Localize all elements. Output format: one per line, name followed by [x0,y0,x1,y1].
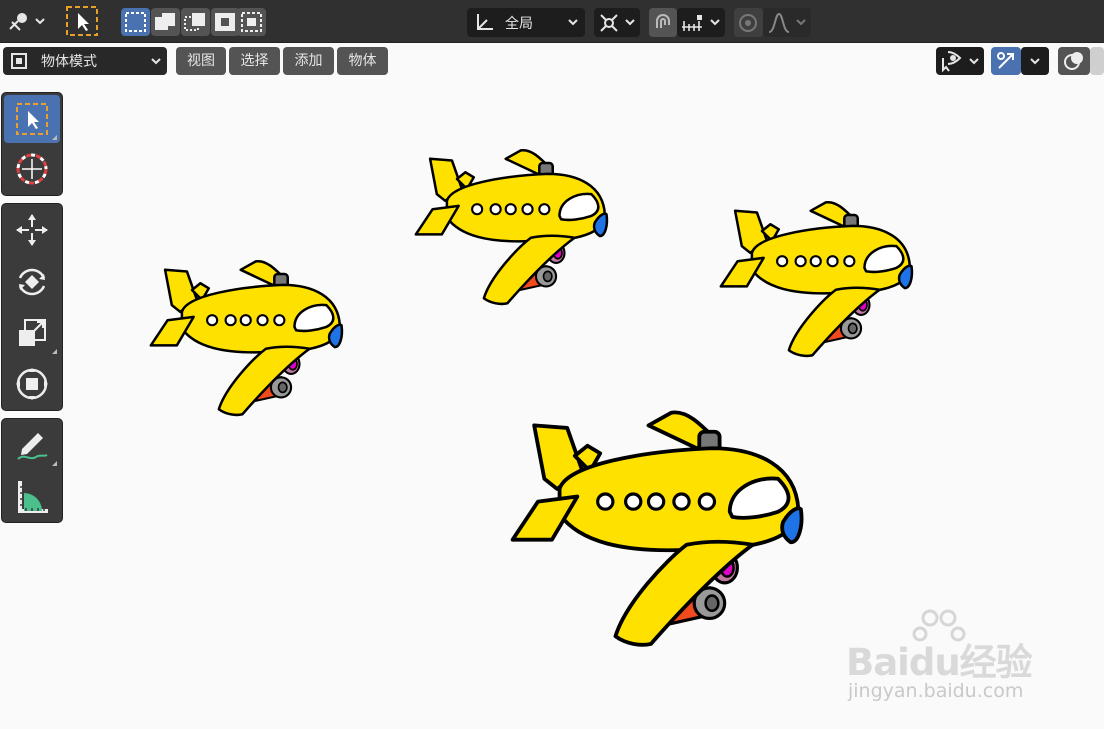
menu-object[interactable]: 物体 [337,47,388,75]
3d-cursor-icon [16,153,48,185]
orientation-axes-icon [477,14,493,30]
proportional-falloff-select[interactable] [763,8,811,37]
airplane-left [149,259,344,417]
select-mode-subtract[interactable] [181,8,210,36]
select-subtract-icon [184,13,205,31]
eye-cursor-icon [942,51,962,72]
overlays-options-select[interactable] [1090,47,1104,75]
snap-target-select[interactable] [677,8,725,37]
measure-ruler-icon [18,481,48,513]
pivot-point-icon [600,14,618,32]
visibility-selectability-select[interactable] [936,47,984,75]
transform-orientation-label: 全局 [505,16,533,32]
select-box-icon [16,103,48,135]
tweak-tool-button[interactable] [64,5,100,37]
select-extend-icon [155,13,175,30]
cursor-select-icon [66,6,98,36]
select-difference-icon [215,13,235,31]
proportional-edit-icon [739,14,757,32]
transform-orientation-select[interactable]: 全局 [467,8,585,37]
chevron-down-icon [710,19,720,26]
gizmo-icon [997,52,1014,69]
rotate-icon [18,268,46,296]
tool-scale[interactable] [4,309,60,357]
annotate-pencil-icon [17,433,48,460]
watermark-url: jingyan.baidu.com [848,680,1024,702]
select-new-icon [125,12,146,32]
paw-icon [912,609,966,642]
tool-move[interactable] [4,206,60,254]
tool-measure[interactable] [4,472,60,520]
snap-toggle[interactable] [649,8,677,37]
editor-type-button[interactable] [4,7,48,35]
tool-options-indicator [52,461,57,466]
falloff-curve-icon [768,12,790,33]
proportional-editing-toggle[interactable] [734,8,763,37]
magnet-icon [656,14,670,28]
toolbar-transform-group [1,203,63,411]
select-mode-new[interactable] [121,8,150,36]
overlays-icon [1064,52,1083,70]
menu-select[interactable]: 选择 [229,47,280,75]
chevron-down-icon [796,19,806,26]
tool-select-box[interactable] [4,95,60,143]
interaction-mode-select[interactable]: 物体模式 [3,47,167,75]
pivot-point-select[interactable] [594,8,640,37]
transform-icon [16,368,48,400]
gizmo-options-select[interactable] [1021,47,1049,75]
tool-transform[interactable] [4,360,60,408]
tool-options-indicator [52,349,57,354]
snap-increment-icon [682,15,702,31]
select-mode-difference[interactable] [211,8,240,36]
tool-cursor[interactable] [4,145,60,193]
menu-view[interactable]: 视图 [176,47,226,75]
airplane-top [414,148,609,306]
airplane-right [719,200,914,358]
interaction-mode-label: 物体模式 [41,54,97,70]
tool-options-indicator [52,135,57,140]
menu-add[interactable]: 添加 [283,47,334,75]
chevron-down-icon [625,19,635,26]
overlays-toggle[interactable] [1058,47,1090,75]
select-intersect-icon [241,12,262,32]
chevron-down-icon [151,58,161,65]
scale-icon [19,319,46,346]
select-mode-extend[interactable] [151,8,180,36]
chevron-down-icon [568,19,578,26]
airplane-large [510,410,804,647]
chevron-down-icon [1030,58,1040,65]
select-mode-intersect[interactable] [237,8,266,36]
gizmo-toggle[interactable] [991,47,1021,75]
toolbar-select-group [1,92,63,196]
3d-viewport-icon [9,13,45,31]
viewport-header: 全局 [0,0,1104,43]
toolbar-annotate-group [1,418,63,523]
move-arrows-icon [16,214,48,246]
chevron-down-icon [969,58,979,65]
tool-rotate[interactable] [4,258,60,306]
object-mode-icon [11,53,27,69]
tool-annotate[interactable] [4,421,60,469]
